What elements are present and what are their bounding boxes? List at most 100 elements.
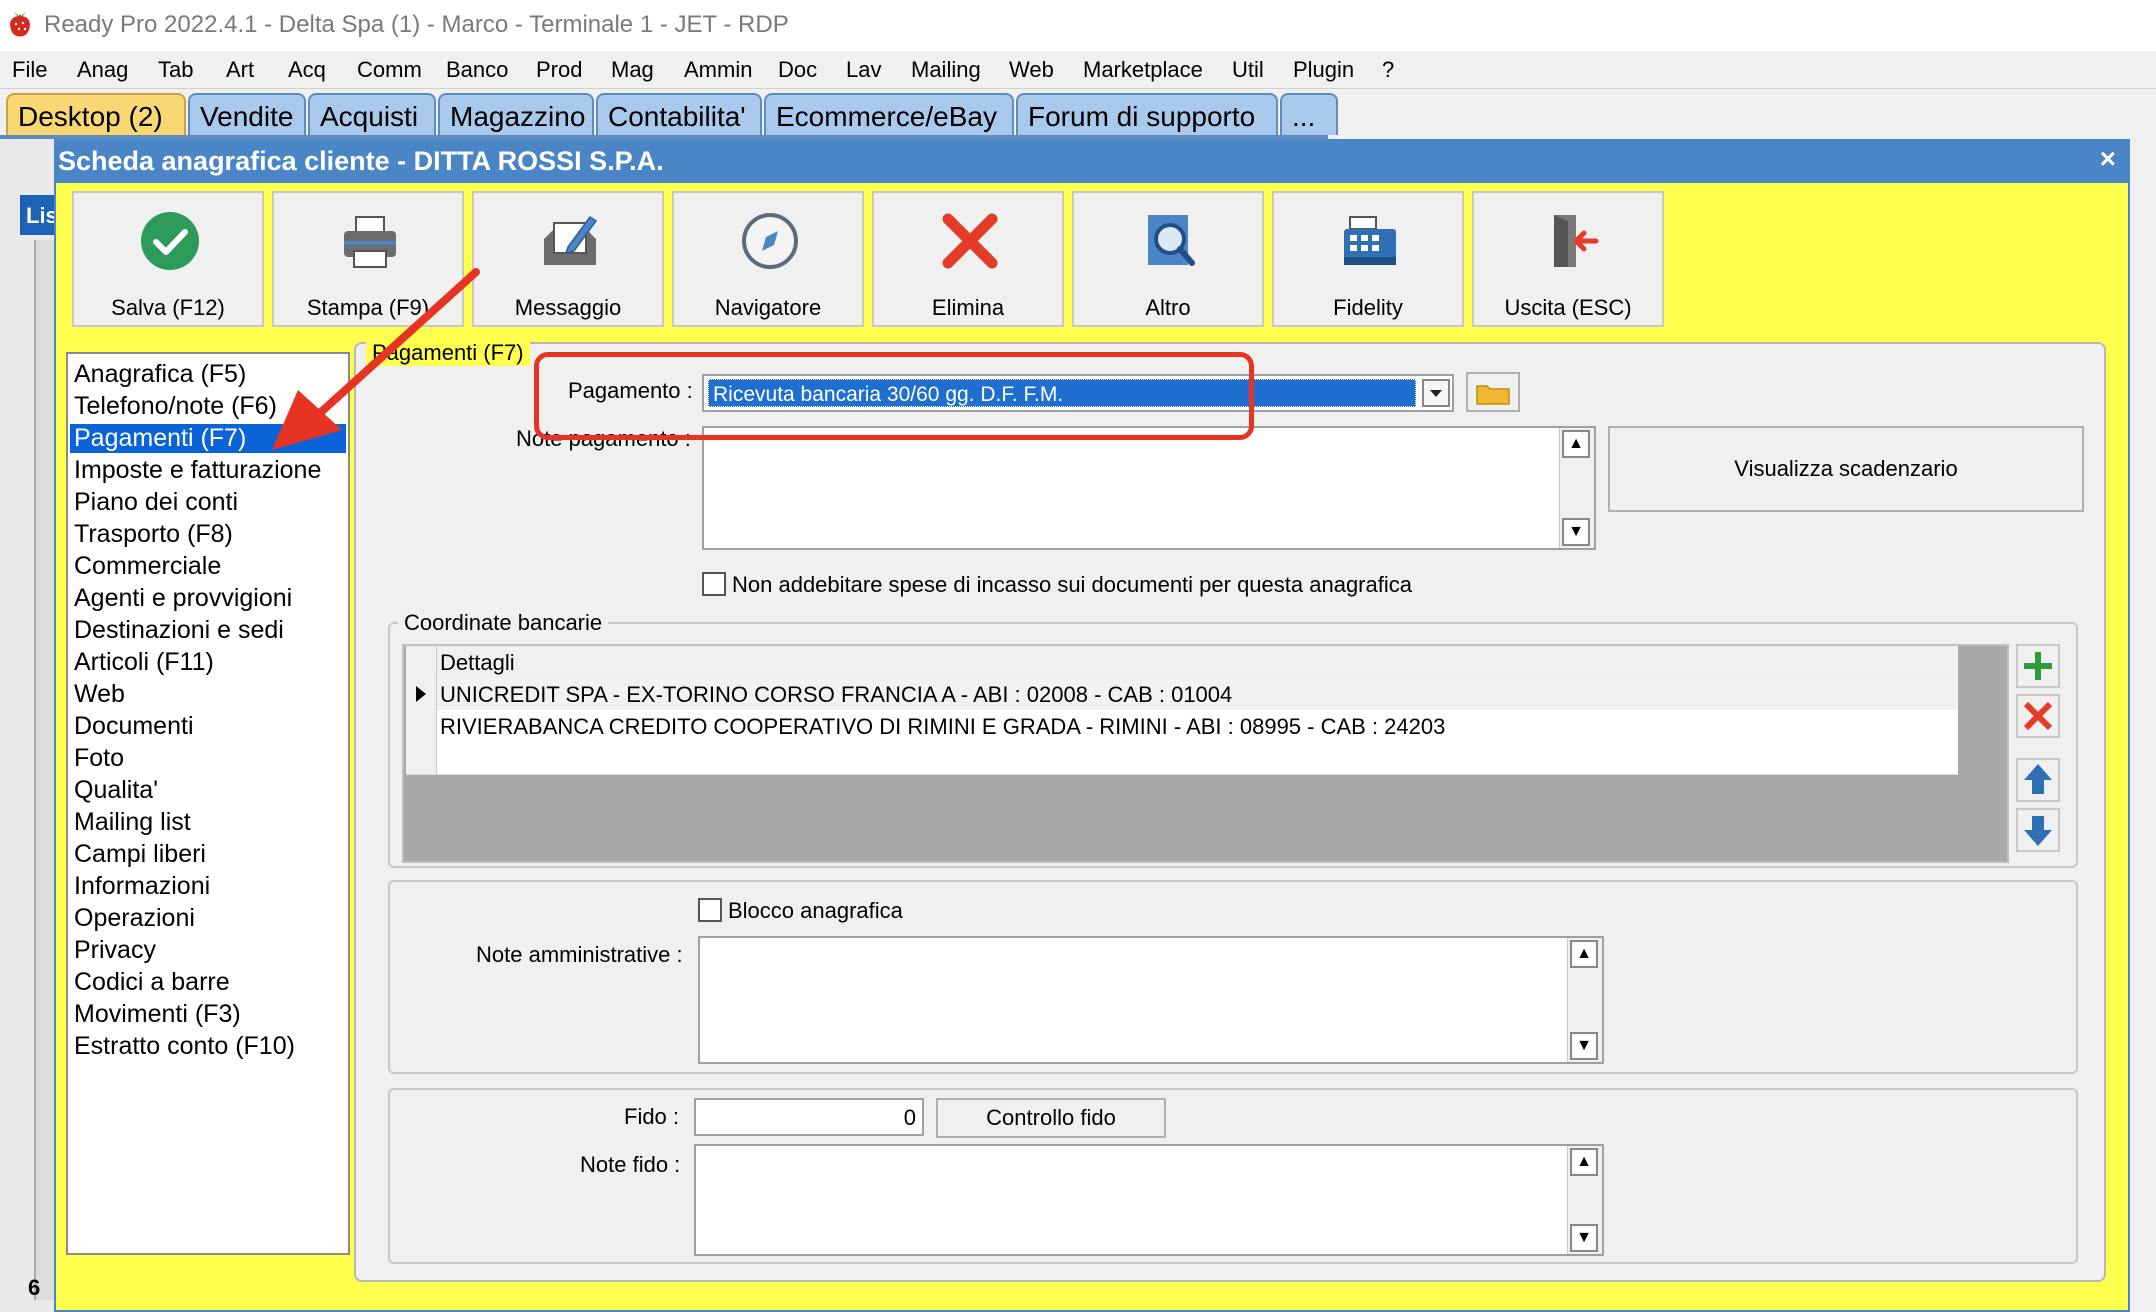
grid-header-indicator: [406, 646, 437, 678]
note-amministrative-textarea[interactable]: ▲ ▼: [698, 936, 1604, 1064]
note-amministrative-label: Note amministrative :: [476, 942, 683, 967]
menu-mag[interactable]: Mag: [611, 57, 654, 83]
blocco-anagrafica-checkbox[interactable]: [698, 898, 722, 922]
nav-mailing-list[interactable]: Mailing list: [74, 808, 191, 837]
nav-codici-barre[interactable]: Codici a barre: [74, 968, 230, 997]
menu-web[interactable]: Web: [1009, 57, 1054, 83]
nav-imposte[interactable]: Imposte e fatturazione: [74, 456, 321, 485]
menu-comm[interactable]: Comm: [357, 57, 422, 83]
row-indicator: [406, 742, 437, 774]
nav-commerciale[interactable]: Commerciale: [74, 552, 221, 581]
tab-desktop[interactable]: Desktop (2): [6, 93, 186, 135]
menu-art[interactable]: Art: [226, 57, 254, 83]
menu-tab[interactable]: Tab: [158, 57, 193, 83]
scroll-up-icon[interactable]: ▲: [1570, 1148, 1598, 1176]
nav-anagrafica[interactable]: Anagrafica (F5): [74, 360, 246, 389]
nav-agenti[interactable]: Agenti e provvigioni: [74, 584, 292, 613]
menu-lav[interactable]: Lav: [846, 57, 881, 83]
tab-acquisti[interactable]: Acquisti: [308, 93, 436, 135]
nav-piano-conti[interactable]: Piano dei conti: [74, 488, 238, 517]
background-window-edge: [34, 240, 54, 1300]
message-button[interactable]: Messaggio: [472, 191, 664, 327]
controllo-fido-button[interactable]: Controllo fido: [936, 1098, 1166, 1138]
nav-estratto-conto[interactable]: Estratto conto (F10): [74, 1032, 295, 1061]
nav-operazioni[interactable]: Operazioni: [74, 904, 195, 933]
background-window-number: 6: [28, 1275, 41, 1300]
nav-informazioni[interactable]: Informazioni: [74, 872, 210, 901]
tab-more[interactable]: ...: [1280, 93, 1338, 135]
visualizza-scadenzario-button[interactable]: Visualizza scadenzario: [1608, 426, 2084, 512]
note-amministrative-scrollbar[interactable]: ▲ ▼: [1567, 938, 1602, 1062]
nav-privacy[interactable]: Privacy: [74, 936, 156, 965]
menu-doc[interactable]: Doc: [778, 57, 817, 83]
message-button-label: Messaggio: [514, 295, 622, 320]
menu-marketplace[interactable]: Marketplace: [1083, 57, 1203, 83]
table-row[interactable]: RIVIERABANCA CREDITO COOPERATIVO DI RIMI…: [406, 710, 1958, 743]
other-button-label: Altro: [1145, 295, 1191, 320]
scroll-down-icon[interactable]: ▼: [1570, 1032, 1598, 1060]
grid-cell-bank-2: RIVIERABANCA CREDITO COOPERATIVO DI RIMI…: [440, 714, 1446, 739]
table-row-empty[interactable]: [406, 742, 1958, 775]
scroll-down-icon[interactable]: ▼: [1562, 518, 1590, 546]
delete-button[interactable]: Elimina: [872, 191, 1064, 327]
tab-vendite[interactable]: Vendite: [188, 93, 306, 135]
close-icon[interactable]: ×: [2100, 143, 2116, 175]
grid-header-dettagli[interactable]: Dettagli: [440, 650, 515, 676]
menu-help[interactable]: ?: [1382, 57, 1394, 83]
menu-mailing[interactable]: Mailing: [911, 57, 981, 83]
strawberry-logo-icon: [10, 12, 30, 37]
note-fido-scrollbar[interactable]: ▲ ▼: [1567, 1146, 1602, 1254]
nav-campi-liberi[interactable]: Campi liberi: [74, 840, 206, 869]
menu-anag[interactable]: Anag: [77, 57, 128, 83]
note-pagamento-scrollbar[interactable]: ▲ ▼: [1559, 428, 1594, 548]
menu-banco[interactable]: Banco: [446, 57, 508, 83]
note-fido-textarea[interactable]: ▲ ▼: [694, 1144, 1604, 1256]
navigator-button[interactable]: Navigatore: [672, 191, 864, 327]
nav-articoli[interactable]: Articoli (F11): [74, 648, 214, 677]
save-button-label: Salva (F12): [111, 295, 225, 320]
tab-ecommerce[interactable]: Ecommerce/eBay: [764, 93, 1014, 135]
nav-telefono-note[interactable]: Telefono/note (F6): [74, 392, 277, 421]
navigator-button-label: Navigatore: [714, 295, 822, 320]
menu-plugin[interactable]: Plugin: [1293, 57, 1354, 83]
non-addebitare-checkbox[interactable]: [702, 572, 726, 596]
tab-contabilita[interactable]: Contabilita': [596, 93, 762, 135]
nav-qualita[interactable]: Qualita': [74, 776, 158, 805]
menu-file[interactable]: File: [12, 57, 47, 83]
exit-door-icon: [1554, 215, 1599, 267]
exit-button[interactable]: Uscita (ESC): [1472, 191, 1664, 327]
menu-acq[interactable]: Acq: [288, 57, 326, 83]
save-button[interactable]: Salva (F12): [72, 191, 264, 327]
fidelity-button[interactable]: Fidelity: [1272, 191, 1464, 327]
folder-icon: [1476, 385, 1510, 405]
add-bank-button[interactable]: [2016, 644, 2060, 688]
menu-ammin[interactable]: Ammin: [684, 57, 752, 83]
scroll-down-icon[interactable]: ▼: [1570, 1224, 1598, 1252]
nav-destinazioni[interactable]: Destinazioni e sedi: [74, 616, 284, 645]
note-pagamento-textarea[interactable]: ▲ ▼: [702, 426, 1596, 550]
plus-icon: [2024, 652, 2052, 680]
menubar: File Anag Tab Art Acq Comm Banco Prod Ma…: [0, 51, 2156, 89]
fido-input[interactable]: 0: [694, 1098, 924, 1136]
scroll-up-icon[interactable]: ▲: [1562, 430, 1590, 458]
menu-util[interactable]: Util: [1232, 57, 1264, 83]
move-up-button[interactable]: [2016, 758, 2060, 802]
nav-web[interactable]: Web: [74, 680, 125, 709]
dropdown-arrow-icon[interactable]: [1422, 379, 1450, 407]
remove-bank-button[interactable]: [2016, 694, 2060, 738]
tab-magazzino[interactable]: Magazzino: [438, 93, 594, 135]
pagamento-browse-button[interactable]: [1466, 372, 1520, 412]
nav-foto[interactable]: Foto: [74, 744, 124, 773]
table-row[interactable]: UNICREDIT SPA - EX-TORINO CORSO FRANCIA …: [406, 678, 1958, 711]
nav-documenti[interactable]: Documenti: [74, 712, 194, 741]
nav-trasporto[interactable]: Trasporto (F8): [74, 520, 233, 549]
tab-forum[interactable]: Forum di supporto: [1016, 93, 1278, 135]
window-titlebar: Ready Pro 2022.4.1 - Delta Spa (1) - Mar…: [0, 0, 2156, 51]
menu-prod[interactable]: Prod: [536, 57, 582, 83]
other-button[interactable]: Altro: [1072, 191, 1264, 327]
move-down-button[interactable]: [2016, 808, 2060, 852]
scroll-up-icon[interactable]: ▲: [1570, 940, 1598, 968]
delete-button-label: Elimina: [931, 295, 1005, 320]
note-fido-label: Note fido :: [580, 1152, 681, 1177]
nav-movimenti[interactable]: Movimenti (F3): [74, 1000, 241, 1029]
